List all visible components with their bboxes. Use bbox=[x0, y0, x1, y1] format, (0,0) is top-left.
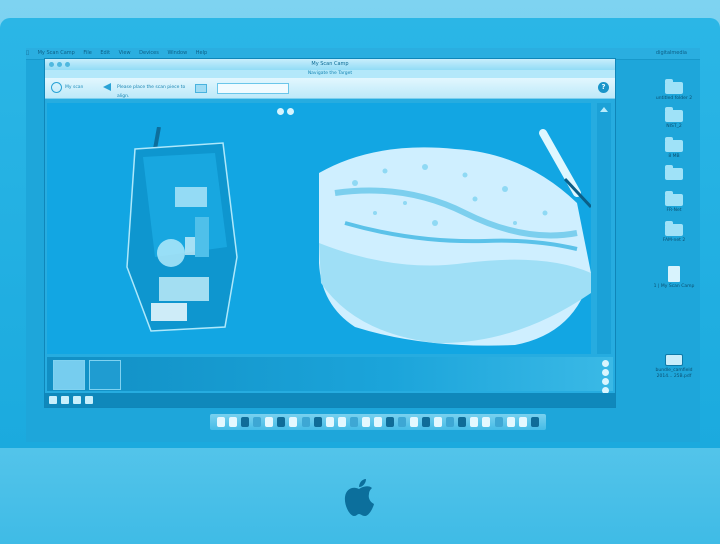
menu-view[interactable]: View bbox=[119, 50, 131, 56]
menubar-user[interactable]: digitalmedia bbox=[656, 48, 687, 59]
dock-app-icon[interactable] bbox=[422, 417, 431, 427]
dock-app-icon[interactable] bbox=[337, 417, 346, 427]
dock-app-icon[interactable] bbox=[385, 417, 394, 427]
dock-app-icon[interactable] bbox=[229, 417, 238, 427]
dock-app-icon[interactable] bbox=[398, 417, 406, 427]
dock-app-icon[interactable] bbox=[446, 417, 455, 427]
drive-icon bbox=[665, 354, 683, 366]
cable-shape bbox=[153, 127, 161, 150]
thumbnail-strip bbox=[47, 357, 613, 394]
menu-app-name[interactable]: My Scan Camp bbox=[38, 50, 75, 56]
dock-app-icon[interactable] bbox=[289, 417, 298, 427]
dock-app-icon[interactable] bbox=[518, 417, 527, 427]
dock-app-icon[interactable] bbox=[217, 417, 226, 427]
folder-icon bbox=[665, 79, 683, 94]
scan-detail bbox=[195, 217, 209, 257]
folder-icon bbox=[665, 137, 683, 152]
dock-app-icon[interactable] bbox=[494, 417, 503, 427]
desktop-icon[interactable]: untitled folder 2 bbox=[652, 79, 696, 102]
dock-app-icon[interactable] bbox=[325, 417, 334, 427]
desktop-icon[interactable]: bundle_camfield 2014... 25B.pdf bbox=[652, 354, 696, 380]
instruction-text: Please place the scan piece to align. bbox=[117, 85, 186, 99]
menu-file[interactable]: File bbox=[83, 50, 91, 56]
dock-app-icon[interactable] bbox=[277, 417, 286, 427]
dock-app-icon[interactable] bbox=[373, 417, 382, 427]
scan-detail bbox=[159, 277, 209, 301]
trash-icon[interactable] bbox=[530, 417, 539, 427]
menu-help[interactable]: Help bbox=[196, 50, 207, 56]
menu-window[interactable]: Window bbox=[167, 50, 187, 56]
window-title: My Scan Camp bbox=[311, 61, 349, 67]
window-titlebar[interactable]: My Scan Camp bbox=[45, 59, 615, 70]
document-icon bbox=[668, 266, 680, 282]
window-subtitle: Navigate the Target bbox=[45, 70, 615, 78]
view-toggle-button[interactable] bbox=[287, 108, 294, 115]
desktop-icon[interactable]: NIST_2 bbox=[652, 107, 696, 130]
taskbar-app-icon[interactable] bbox=[73, 396, 81, 404]
desktop-icon[interactable] bbox=[652, 165, 696, 182]
3d-viewport[interactable] bbox=[47, 103, 591, 354]
dock-app-icon[interactable] bbox=[410, 417, 419, 427]
scan-detail bbox=[157, 239, 185, 267]
dock-app-icon[interactable] bbox=[361, 417, 370, 427]
app-toolbar: My scan Please place the scan piece to a… bbox=[45, 78, 615, 99]
dock-app-icon[interactable] bbox=[434, 417, 443, 427]
dock-app-icon[interactable] bbox=[470, 417, 479, 427]
dock-app-icon[interactable] bbox=[241, 417, 250, 427]
start-icon[interactable] bbox=[49, 396, 57, 404]
desktop-icon[interactable]: FAM-net 2 bbox=[652, 221, 696, 244]
mac-dock bbox=[210, 414, 546, 430]
help-button[interactable]: ? bbox=[598, 82, 609, 93]
scan-thumbnail[interactable] bbox=[89, 360, 121, 390]
dock-app-icon[interactable] bbox=[482, 417, 491, 427]
dock-app-icon[interactable] bbox=[458, 417, 467, 427]
scanner-app-window: My Scan Camp Navigate the Target My scan… bbox=[44, 58, 616, 408]
folder-icon bbox=[665, 221, 683, 236]
folder-icon bbox=[665, 165, 683, 180]
apple-menu-icon[interactable]:  bbox=[26, 50, 29, 56]
close-window-button[interactable] bbox=[49, 62, 54, 67]
strip-button[interactable] bbox=[602, 360, 609, 367]
scan-thumbnail[interactable] bbox=[53, 360, 85, 390]
back-arrow-icon[interactable] bbox=[103, 83, 111, 91]
strip-button[interactable] bbox=[602, 369, 609, 376]
dock-app-icon[interactable] bbox=[349, 417, 358, 427]
desktop-icon[interactable]: FR-Net bbox=[652, 191, 696, 214]
taskbar-app-icon[interactable] bbox=[85, 396, 93, 404]
zoom-window-button[interactable] bbox=[65, 62, 70, 67]
dock-app-icon[interactable] bbox=[253, 417, 262, 427]
scroll-up-icon[interactable] bbox=[600, 107, 608, 112]
window-controls bbox=[49, 62, 70, 67]
folder-icon bbox=[665, 107, 683, 122]
imac-frame:  My Scan Camp File Edit View Devices Wi… bbox=[0, 18, 720, 544]
screen:  My Scan Camp File Edit View Devices Wi… bbox=[26, 48, 700, 442]
dock-app-icon[interactable] bbox=[301, 417, 310, 427]
scan-detail bbox=[151, 303, 187, 321]
menu-devices[interactable]: Devices bbox=[139, 50, 159, 56]
scan-model-large[interactable] bbox=[315, 123, 591, 349]
dock-app-icon[interactable] bbox=[313, 417, 322, 427]
scan-detail bbox=[175, 187, 207, 207]
app-logo: My scan bbox=[51, 82, 83, 93]
logo-text: My scan bbox=[65, 85, 84, 90]
toolbar-thumbnail-button[interactable] bbox=[195, 84, 207, 93]
desktop-icon[interactable]: 1 | My Scan Camp bbox=[652, 266, 696, 290]
folder-icon bbox=[665, 191, 683, 206]
view-toggle bbox=[277, 108, 294, 115]
taskbar-app-icon[interactable] bbox=[61, 396, 69, 404]
dock-app-icon[interactable] bbox=[506, 417, 515, 427]
scan-model-small[interactable] bbox=[115, 127, 255, 333]
view-toggle-button[interactable] bbox=[277, 108, 284, 115]
viewport-scrollbar[interactable] bbox=[597, 103, 611, 354]
apple-logo-icon bbox=[344, 479, 374, 516]
desktop-icon[interactable]: 8 MB bbox=[652, 137, 696, 160]
toolbar-input[interactable] bbox=[217, 83, 289, 94]
taskbar bbox=[45, 393, 615, 407]
strip-controls bbox=[602, 360, 609, 394]
minimize-window-button[interactable] bbox=[57, 62, 62, 67]
logo-icon bbox=[51, 82, 62, 93]
menu-edit[interactable]: Edit bbox=[100, 50, 110, 56]
dock-app-icon[interactable] bbox=[265, 417, 274, 427]
strip-button[interactable] bbox=[602, 378, 609, 385]
